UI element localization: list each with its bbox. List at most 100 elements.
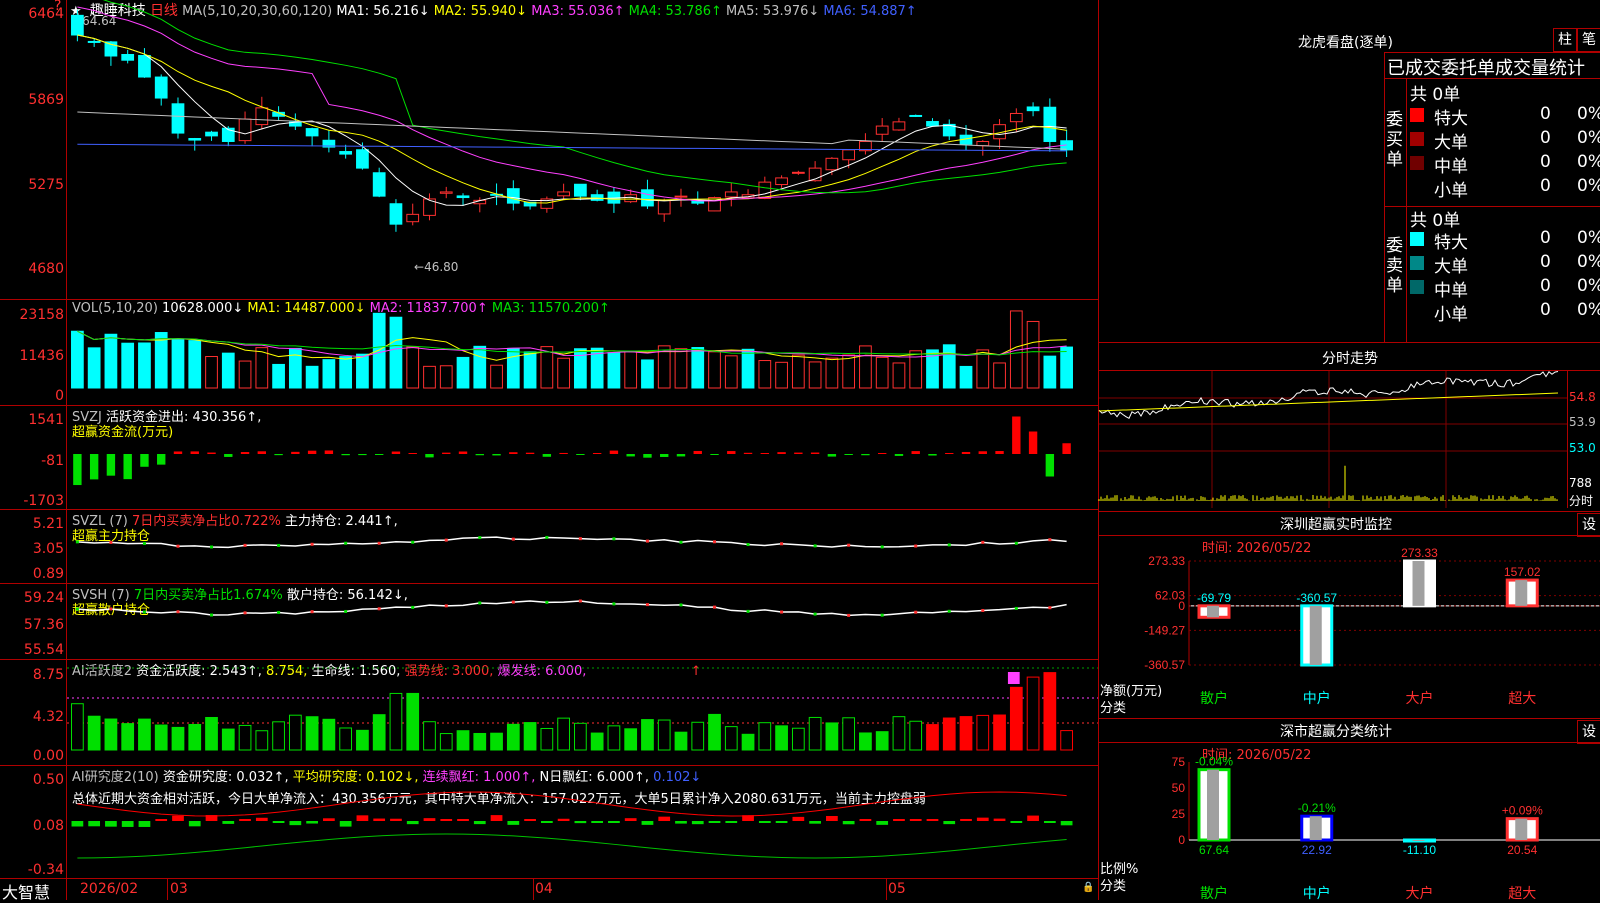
chart-y-tick: 273.33 (1148, 554, 1185, 568)
research-bar (373, 818, 386, 821)
fund-flow-bar (358, 454, 367, 456)
volume-bar (305, 365, 319, 389)
activity-bar (976, 714, 990, 751)
activity-bar (523, 722, 537, 751)
order-pct: 0% (1577, 228, 1600, 248)
ai2-chart[interactable] (67, 660, 1098, 765)
svzl-chart[interactable] (67, 510, 1098, 583)
retail-holding-line-dot (109, 607, 113, 611)
fund-flow-bar (307, 450, 317, 454)
svsh-y-tick: 59.24 (23, 590, 64, 606)
bar-view-button[interactable]: 柱 (1553, 28, 1577, 52)
svzj-chart[interactable] (67, 406, 1098, 509)
vol-y-tick: 23158 (19, 307, 64, 323)
research-bar (473, 821, 486, 825)
monitor-settings-button[interactable]: 设 (1577, 513, 1600, 537)
candle-body (976, 140, 990, 147)
fund-flow-bar (928, 454, 937, 456)
candle-body (389, 203, 403, 225)
fund-flow-bar (140, 454, 149, 467)
order-pct: 0% (1577, 128, 1600, 148)
order-qty: 0 (1540, 176, 1551, 196)
order-qty: 0 (1540, 152, 1551, 172)
activity-bar (875, 731, 889, 751)
research-bar (591, 821, 604, 823)
activity-bar (356, 729, 369, 751)
volume-bar (439, 365, 453, 389)
order-name: 中单 (1434, 281, 1468, 301)
lock-icon[interactable]: 🔒 (1082, 882, 1094, 893)
volume-bar (892, 362, 906, 389)
volume-bar (154, 332, 168, 389)
intraday-price-tick: 53.9 (1569, 415, 1596, 429)
retail-holding-line-dot (75, 607, 79, 611)
fund-flow-bar (425, 454, 434, 458)
color-swatch (1410, 280, 1424, 294)
volume-bar (976, 349, 990, 389)
chart-y-tick: -360.57 (1144, 658, 1185, 672)
intraday-chart[interactable] (1098, 371, 1567, 508)
volume-bar (607, 352, 621, 389)
category-value-label: -69.79 (1197, 591, 1231, 605)
fund-flow-bar (676, 454, 686, 457)
candlestick-chart[interactable] (67, 0, 1098, 299)
class-bar-chart[interactable]: 75 50 25 0 67.64 -0.04% 散户 22.92 -0.21% 中户 -11.10 大… (1099, 755, 1600, 901)
fund-flow-bar (291, 451, 300, 454)
candle-body (1043, 106, 1057, 142)
order-pct: 0% (1577, 276, 1600, 296)
fund-flow-bar (341, 454, 350, 456)
activity-bar (657, 719, 671, 751)
sell-side-label: 委卖单 (1386, 236, 1403, 296)
research-bar (138, 821, 151, 827)
category-bar-shade (1412, 561, 1425, 606)
order-name: 特大 (1434, 233, 1468, 253)
fund-flow-bar (123, 454, 132, 480)
volume-bar (808, 361, 822, 389)
research-bar (708, 821, 721, 823)
intraday-vol-label: 分时 (1569, 494, 1594, 508)
tick-view-button[interactable]: 笔 (1577, 28, 1600, 52)
intraday-axis-line (1567, 370, 1568, 508)
main-y-tick: 5869 (28, 92, 64, 108)
ai-research-chart[interactable] (67, 766, 1098, 878)
volume-bar (322, 359, 336, 389)
main-holding-line-dot (277, 543, 281, 547)
candle-body (87, 40, 101, 43)
activity-bar (842, 717, 856, 751)
retail-holding-line-dot (880, 613, 884, 617)
order-name: 大单 (1434, 133, 1468, 153)
category-label: 散户 (1200, 885, 1228, 901)
class-settings-button[interactable]: 设 (1577, 720, 1600, 744)
research-bar (691, 821, 704, 825)
fund-flow-bar (727, 451, 736, 454)
volume-chart[interactable] (67, 300, 1098, 405)
fund-flow-bar (408, 453, 417, 454)
intraday-price-tick: 54.8 (1569, 390, 1596, 404)
volume-bar (674, 348, 688, 389)
research-bar (540, 821, 553, 823)
activity-bar (691, 721, 705, 751)
fund-flow-bar (643, 454, 652, 458)
activity-bar (221, 728, 235, 751)
retail-holding-line-dot (1014, 606, 1018, 610)
research-bar (339, 821, 352, 827)
monitor-header-line (1099, 535, 1600, 536)
category-label: 中户 (1303, 885, 1331, 901)
order-name: 中单 (1434, 157, 1468, 177)
main-holding-line-dot (545, 535, 549, 539)
volume-bar (205, 356, 218, 389)
svsh-y-tick: 57.36 (23, 617, 64, 633)
volume-bar (959, 365, 973, 389)
retail-holding-line-dot (411, 605, 415, 609)
fund-flow-bar (525, 452, 535, 454)
volume-bar (221, 352, 235, 389)
svzj-y-tick: -1703 (23, 493, 64, 509)
ma1-line (77, 34, 1067, 206)
monitor-bar-chart[interactable]: 273.3362.030-149.27-360.57-69.79散户-360.5… (1099, 546, 1600, 715)
activity-bar (859, 732, 872, 751)
research-red-line (77, 791, 1067, 817)
svsh-chart[interactable] (67, 584, 1098, 659)
color-swatch (1410, 108, 1424, 122)
fund-flow-bar (743, 452, 753, 454)
fund-flow-bar (89, 454, 99, 480)
